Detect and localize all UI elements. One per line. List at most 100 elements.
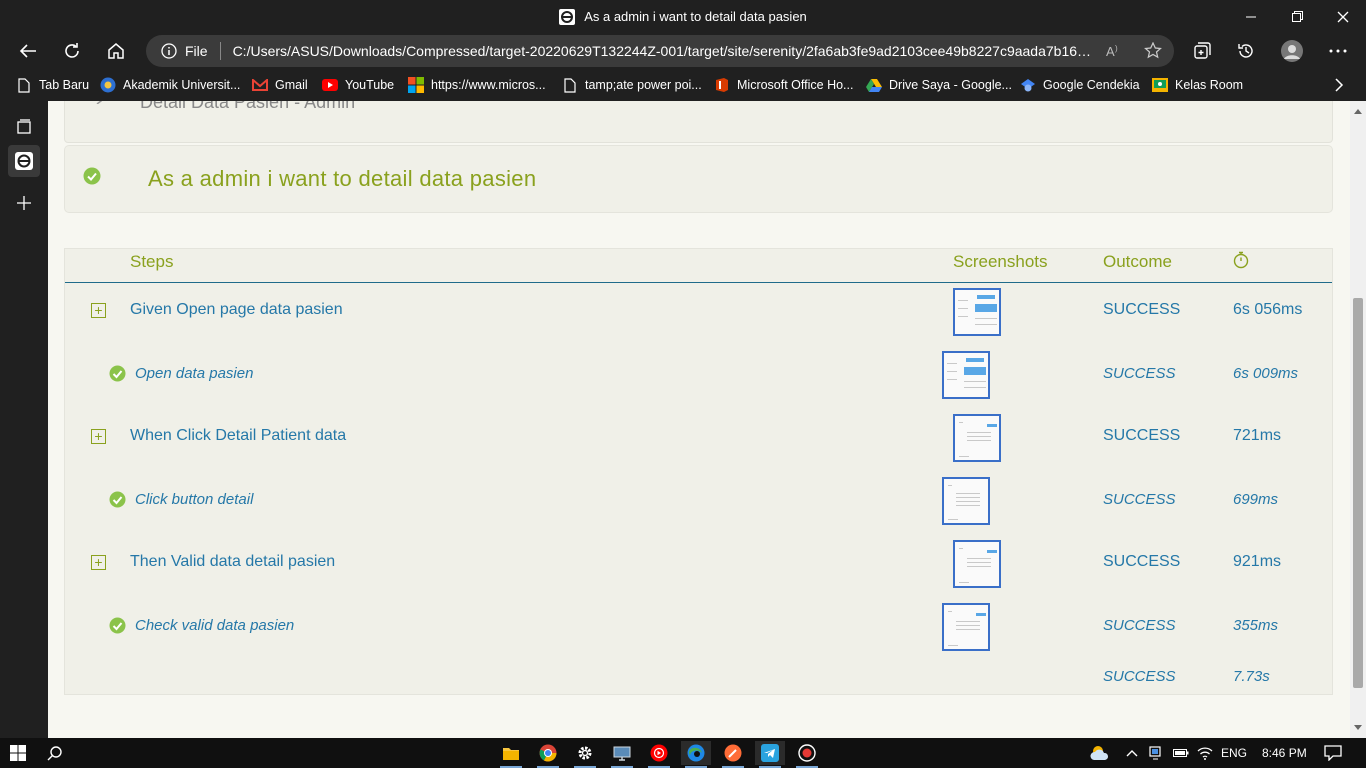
serenity-tab-icon xyxy=(15,152,33,170)
sidebar-tab-current[interactable] xyxy=(8,145,40,177)
show-hidden-icons-button[interactable] xyxy=(1126,738,1138,768)
table-row: Check valid data pasien SUCCESS 355ms xyxy=(65,601,1332,664)
scroll-up-arrow-icon[interactable] xyxy=(1354,109,1362,114)
step-description: Check valid data pasien xyxy=(135,617,295,634)
favorite-tab-baru[interactable]: Tab Baru xyxy=(16,75,89,95)
header-screenshots: Screenshots xyxy=(953,252,1048,271)
notifications-button[interactable] xyxy=(1324,738,1342,768)
classroom-icon xyxy=(1152,77,1168,93)
close-button[interactable] xyxy=(1320,0,1366,33)
minimize-button[interactable] xyxy=(1228,0,1274,33)
profile-button[interactable] xyxy=(1276,36,1308,66)
collections-button[interactable] xyxy=(1186,36,1218,66)
tray-display[interactable] xyxy=(1149,738,1163,768)
add-favorite-icon[interactable] xyxy=(1144,42,1162,60)
windows-taskbar: ENG 8:46 PM xyxy=(0,738,1366,768)
success-check-icon xyxy=(83,167,101,185)
header-steps: Steps xyxy=(130,252,174,271)
info-icon xyxy=(161,43,177,59)
clock[interactable]: 8:46 PM xyxy=(1262,738,1307,768)
total-duration: 7.73s xyxy=(1233,668,1270,685)
screenshot-thumbnail[interactable] xyxy=(953,414,1001,462)
step-outcome: SUCCESS xyxy=(1103,491,1176,508)
favorite-akademik[interactable]: Akademik Universit... xyxy=(100,75,240,95)
home-button[interactable] xyxy=(100,36,132,66)
partly-cloudy-icon xyxy=(1090,746,1109,760)
start-button[interactable] xyxy=(3,741,33,765)
navigation-bar: File C:/Users/ASUS/Downloads/Compressed/… xyxy=(0,33,1366,69)
scenario-panel: As a admin i want to detail data pasien xyxy=(64,145,1333,213)
search-button[interactable] xyxy=(40,741,70,765)
expand-plus-icon[interactable]: + xyxy=(91,303,106,318)
settings-more-button[interactable] xyxy=(1322,36,1354,66)
taskbar-telegram[interactable] xyxy=(755,741,785,768)
taskbar-remote-desktop[interactable] xyxy=(607,741,637,768)
scroll-down-arrow-icon[interactable] xyxy=(1354,725,1362,730)
screenshot-thumbnail[interactable] xyxy=(942,351,990,399)
history-button[interactable] xyxy=(1230,36,1262,66)
window-title-text: As a admin i want to detail data pasien xyxy=(584,9,807,24)
plus-icon xyxy=(17,196,31,210)
tray-battery[interactable] xyxy=(1173,738,1189,768)
screenshot-thumbnail[interactable] xyxy=(953,288,1001,336)
drive-icon xyxy=(866,77,882,93)
expand-plus-icon[interactable]: + xyxy=(91,429,106,444)
favorite-youtube[interactable]: YouTube xyxy=(322,75,394,95)
weather-widget[interactable] xyxy=(1088,738,1114,768)
new-tab-button[interactable] xyxy=(8,187,40,219)
refresh-icon xyxy=(65,43,79,58)
favorite-label: https://www.micros... xyxy=(431,78,546,92)
success-check-icon xyxy=(109,617,126,634)
telegram-icon xyxy=(761,744,779,762)
screenshot-thumbnail[interactable] xyxy=(942,477,990,525)
screenshot-thumbnail[interactable] xyxy=(942,603,990,651)
read-aloud-icon[interactable]: A) xyxy=(1106,43,1124,59)
taskbar-screen-recorder[interactable] xyxy=(792,741,822,768)
taskbar-chrome[interactable] xyxy=(533,741,563,768)
address-bar[interactable]: File C:/Users/ASUS/Downloads/Compressed/… xyxy=(146,35,1174,67)
favorites-overflow-button[interactable] xyxy=(1334,75,1344,95)
screenshot-thumbnail[interactable] xyxy=(953,540,1001,588)
step-outcome: SUCCESS xyxy=(1103,617,1176,634)
favorite-microsoft[interactable]: https://www.micros... xyxy=(408,75,546,95)
taskbar-settings[interactable] xyxy=(570,741,600,768)
taskbar-postman[interactable] xyxy=(718,741,748,768)
header-duration xyxy=(1233,251,1249,274)
site-info-button[interactable]: File xyxy=(161,43,208,59)
taskbar-edge[interactable] xyxy=(681,741,711,768)
success-check-icon xyxy=(109,491,126,508)
search-icon xyxy=(47,746,62,761)
steps-table: Steps Screenshots Outcome + Given Open p… xyxy=(64,248,1333,695)
favorite-google-scholar[interactable]: Google Cendekia xyxy=(1020,75,1140,95)
scrollbar-thumb[interactable] xyxy=(1353,298,1363,688)
favorite-template-powerpoint[interactable]: tamp;ate power poi... xyxy=(562,75,702,95)
page-icon xyxy=(16,77,32,93)
taskbar-youtube-music[interactable] xyxy=(644,741,674,768)
story-panel[interactable]: Detail Data Pasien - Admin xyxy=(64,101,1333,143)
tray-wifi[interactable] xyxy=(1197,738,1213,768)
url-text[interactable]: C:/Users/ASUS/Downloads/Compressed/targe… xyxy=(233,43,1093,59)
back-button[interactable] xyxy=(12,36,44,66)
favorite-kelas-room[interactable]: Kelas Room xyxy=(1152,75,1243,95)
total-row: SUCCESS 7.73s xyxy=(65,661,1332,695)
expand-plus-icon[interactable]: + xyxy=(91,555,106,570)
favorite-label: Tab Baru xyxy=(39,78,90,92)
language-indicator[interactable]: ENG xyxy=(1221,738,1247,768)
taskbar-file-explorer[interactable] xyxy=(496,741,526,768)
step-description: Open data pasien xyxy=(135,365,254,382)
favorite-gmail[interactable]: Gmail xyxy=(252,75,308,95)
chevron-right-icon xyxy=(1335,78,1344,92)
scholar-icon xyxy=(1020,77,1036,93)
favorite-office-home[interactable]: Microsoft Office Ho... xyxy=(714,75,853,95)
refresh-button[interactable] xyxy=(56,36,88,66)
restore-button[interactable] xyxy=(1274,0,1320,33)
youtube-icon xyxy=(322,77,338,93)
favorite-drive[interactable]: Drive Saya - Google... xyxy=(866,75,1012,95)
tab-actions-button[interactable] xyxy=(8,111,40,143)
stopwatch-icon xyxy=(1233,251,1249,269)
battery-icon xyxy=(1173,749,1189,757)
favorite-label: Gmail xyxy=(275,78,308,92)
page-scrollbar[interactable] xyxy=(1350,101,1366,738)
svg-text:A: A xyxy=(1106,44,1115,59)
table-row: Click button detail SUCCESS 699ms xyxy=(65,475,1332,538)
